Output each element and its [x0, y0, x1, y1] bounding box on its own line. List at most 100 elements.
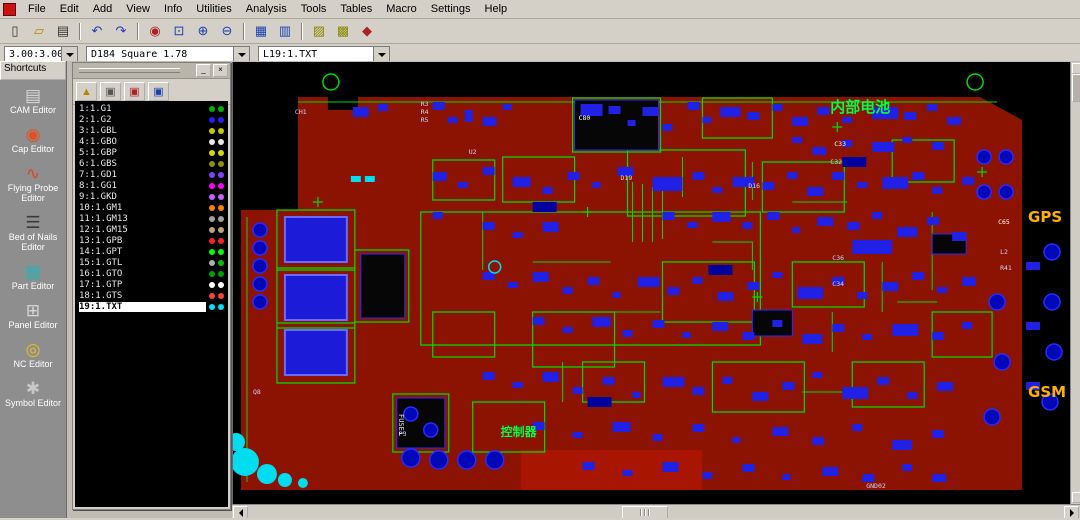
layer-color-dot[interactable]	[209, 149, 215, 156]
layer-color-dot[interactable]	[209, 127, 215, 134]
layer-color-dot[interactable]	[209, 215, 215, 222]
vertical-scroll-thumb[interactable]	[1072, 74, 1080, 102]
scroll-up-button[interactable]	[1072, 63, 1080, 74]
menu-item-tables[interactable]: Tables	[333, 1, 379, 17]
sidebar-item-part-editor[interactable]: ▦ Part Editor	[0, 256, 66, 295]
close-button[interactable]: ×	[213, 64, 228, 77]
layer-table-icon[interactable]: ▣	[148, 82, 169, 101]
scroll-down-button[interactable]	[1072, 492, 1080, 503]
zoom-window-icon[interactable]: ⊡	[167, 20, 191, 42]
film-grid-active-icon[interactable]: ▩	[331, 20, 355, 42]
sidebar-item-cam-editor[interactable]: ▤ CAM Editor	[0, 80, 66, 119]
redo-icon[interactable]: ↷	[109, 20, 133, 42]
menu-item-file[interactable]: File	[21, 1, 53, 17]
layer-color-dot[interactable]	[209, 303, 215, 310]
menu-item-add[interactable]: Add	[86, 1, 120, 17]
sidebar-item-nc-editor[interactable]: ◎ NC Editor	[0, 334, 66, 373]
layer-row[interactable]: 15:1.GTL	[75, 257, 228, 268]
undo-icon[interactable]: ↶	[85, 20, 109, 42]
zoom-out-icon[interactable]: ⊖	[215, 20, 239, 42]
sidebar-item-flying-probe-editor[interactable]: ∿ Flying Probe Editor	[0, 158, 66, 207]
layer-row[interactable]: 8:1.GG1	[75, 180, 228, 191]
new-file-icon[interactable]: ▯	[3, 20, 27, 42]
menu-item-macro[interactable]: Macro	[379, 1, 424, 17]
layer-color-dot[interactable]	[218, 226, 224, 233]
layer-color-dot[interactable]	[218, 303, 224, 310]
layer-color-dot[interactable]	[218, 193, 224, 200]
layer-color-dot[interactable]	[218, 105, 224, 112]
layer-row[interactable]: 16:1.GTO	[75, 268, 228, 279]
layer-row[interactable]: 2:1.G2	[75, 114, 228, 125]
layer-color-dot[interactable]	[218, 292, 224, 299]
layer-color-dot[interactable]	[209, 270, 215, 277]
macro-icon[interactable]: ◆	[355, 20, 379, 42]
layer-row[interactable]: 4:1.GBO	[75, 136, 228, 147]
layer-row[interactable]: 11:1.GM13	[75, 213, 228, 224]
layer-color-dot[interactable]	[218, 138, 224, 145]
pcb-canvas[interactable]: 内部电池 GPS GSM 控制器 FUSE1 CH1 R3 R4 R5 U2 C…	[232, 62, 1080, 504]
layer-color-dot[interactable]	[218, 171, 224, 178]
print-icon[interactable]: ▤	[51, 20, 75, 42]
menu-item-edit[interactable]: Edit	[53, 1, 86, 17]
layer-row[interactable]: 14:1.GPT	[75, 246, 228, 257]
layer-row[interactable]: 18:1.GTS	[75, 290, 228, 301]
layer-color-dot[interactable]	[209, 248, 215, 255]
layer-color-dot[interactable]	[218, 160, 224, 167]
layer-row[interactable]: 5:1.GBP	[75, 147, 228, 158]
layer-row[interactable]: 12:1.GM15	[75, 224, 228, 235]
layer-color-dot[interactable]	[218, 215, 224, 222]
layer-color-dot[interactable]	[209, 237, 215, 244]
layer-row[interactable]: 13:1.GPB	[75, 235, 228, 246]
layer-color-dot[interactable]	[218, 149, 224, 156]
sidebar-item-cap-editor[interactable]: ◉ Cap Editor	[0, 119, 66, 158]
layer-table-icon[interactable]: ▦	[249, 20, 273, 42]
layer-color-dot[interactable]	[209, 116, 215, 123]
layer-color-dot[interactable]	[218, 259, 224, 266]
menu-item-tools[interactable]: Tools	[294, 1, 334, 17]
layer-color-dot[interactable]	[209, 182, 215, 189]
menu-item-view[interactable]: View	[119, 1, 157, 17]
layer-color-dot[interactable]	[209, 193, 215, 200]
menu-item-info[interactable]: Info	[157, 1, 189, 17]
layer-color-dot[interactable]	[209, 171, 215, 178]
menu-item-settings[interactable]: Settings	[424, 1, 478, 17]
shortcuts-header[interactable]: Shortcuts	[0, 61, 66, 80]
layer-color-dot[interactable]	[209, 226, 215, 233]
layer-row[interactable]: 17:1.GTP	[75, 279, 228, 290]
layer-color-dot[interactable]	[209, 281, 215, 288]
layer-color-dot[interactable]	[209, 160, 215, 167]
layer-color-dot[interactable]	[218, 237, 224, 244]
layer-color-dot[interactable]	[218, 248, 224, 255]
layer-import-icon[interactable]: ▣	[100, 82, 121, 101]
layers-panel-titlebar[interactable]: _ ×	[73, 63, 230, 79]
layer-color-dot[interactable]	[209, 204, 215, 211]
menu-item-help[interactable]: Help	[478, 1, 515, 17]
layer-color-dot[interactable]	[218, 204, 224, 211]
pcb-view[interactable]: 内部电池 GPS GSM 控制器 FUSE1 CH1 R3 R4 R5 U2 C…	[233, 62, 1080, 504]
layer-color-dot[interactable]	[218, 281, 224, 288]
vertical-scrollbar[interactable]	[1070, 62, 1080, 504]
layer-color-dot[interactable]	[209, 138, 215, 145]
zoom-in-icon[interactable]: ⊕	[191, 20, 215, 42]
layer-color-dot[interactable]	[209, 259, 215, 266]
sidebar-item-bed-of-nails-editor[interactable]: ☰ Bed of Nails Editor	[0, 207, 66, 256]
layer-color-dot[interactable]	[218, 182, 224, 189]
sidebar-item-symbol-editor[interactable]: ✱ Symbol Editor	[0, 373, 66, 412]
redraw-icon[interactable]: ◉	[143, 20, 167, 42]
layer-color-dot[interactable]	[218, 270, 224, 277]
aperture-table-icon[interactable]: ▥	[273, 20, 297, 42]
layer-add-icon[interactable]: ▲	[76, 82, 97, 101]
layer-row[interactable]: 9:1.GKD	[75, 191, 228, 202]
layer-row-selected[interactable]: 19:1.TXT	[75, 301, 228, 312]
layer-color-dot[interactable]	[209, 105, 215, 112]
layer-colors-icon[interactable]: ▣	[124, 82, 145, 101]
layer-row[interactable]: 7:1.GD1	[75, 169, 228, 180]
menu-item-analysis[interactable]: Analysis	[239, 1, 294, 17]
sidebar-item-panel-editor[interactable]: ⊞ Panel Editor	[0, 295, 66, 334]
layer-row[interactable]: 6:1.GBS	[75, 158, 228, 169]
layer-color-dot[interactable]	[218, 116, 224, 123]
layer-color-dot[interactable]	[209, 292, 215, 299]
open-file-icon[interactable]: ▱	[27, 20, 51, 42]
minimize-button[interactable]: _	[196, 64, 211, 77]
horizontal-scrollbar[interactable]	[232, 504, 1080, 519]
